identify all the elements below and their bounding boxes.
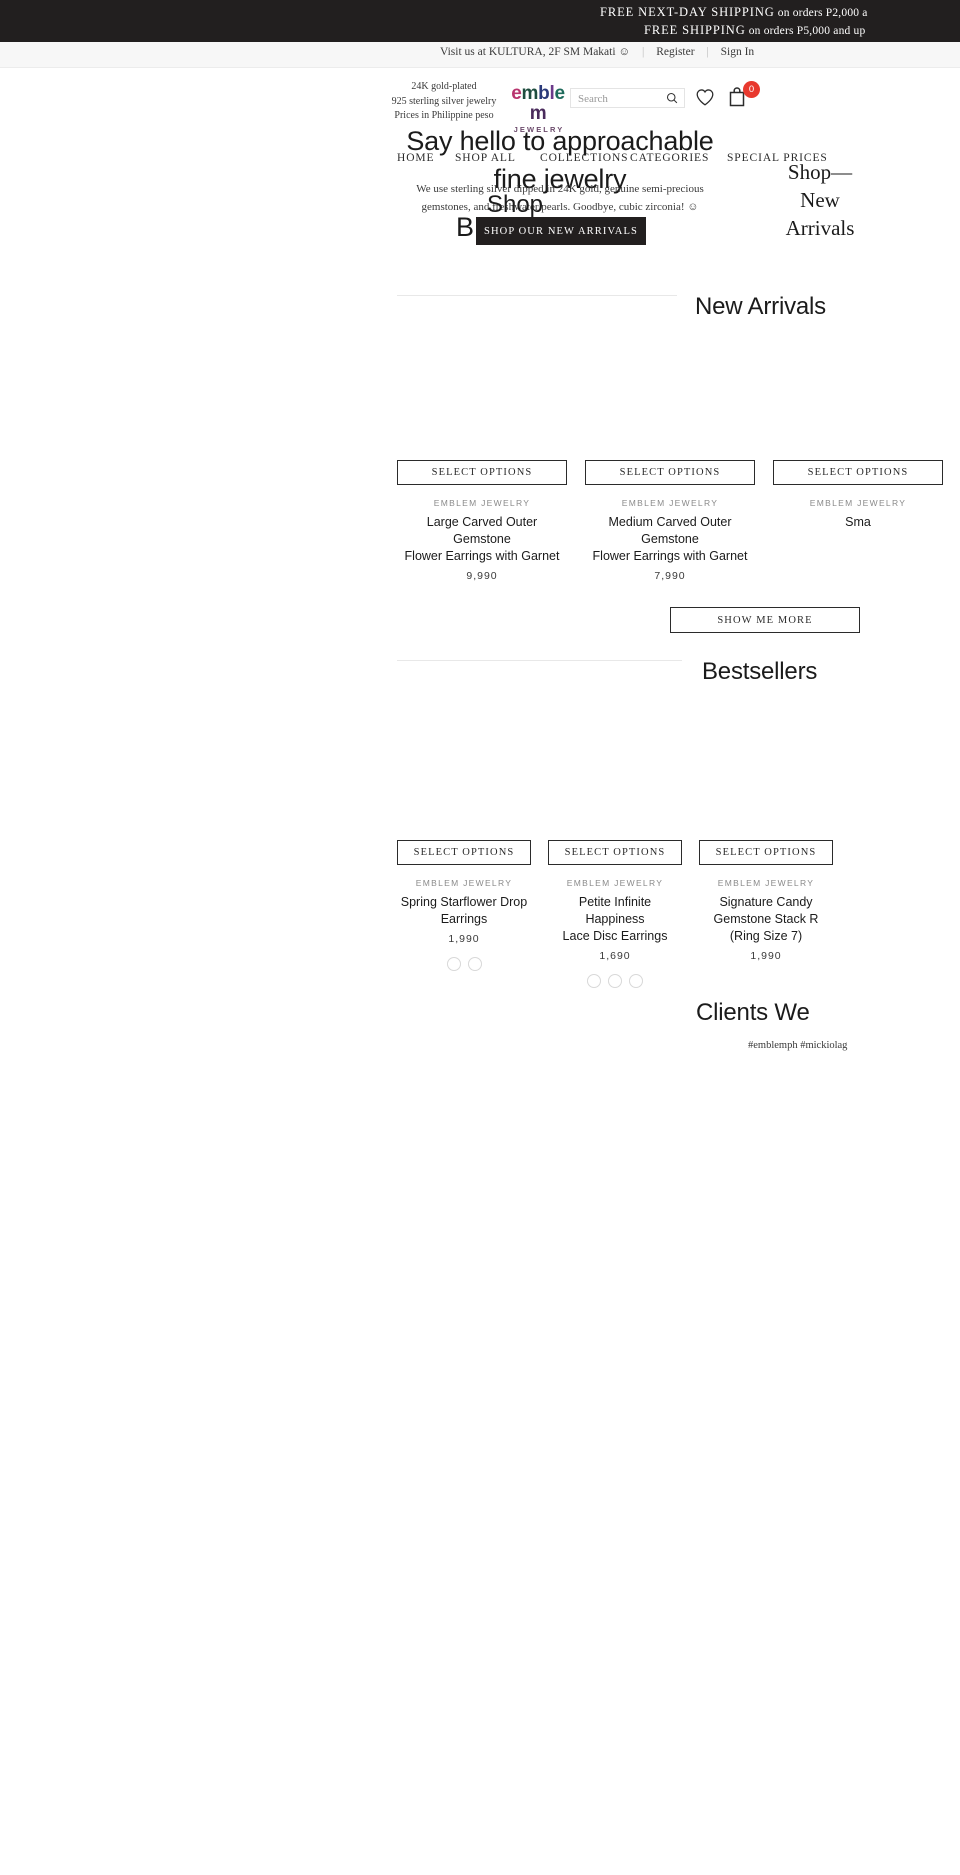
- logo-letter-4: e: [554, 83, 565, 104]
- show-me-more-new-arrivals[interactable]: SHOW ME MORE: [670, 607, 860, 633]
- bestseller-2-swatch-1[interactable]: [587, 974, 601, 988]
- new-arrival-1-card[interactable]: SELECT OPTIONS EMBLEM JEWELRY Large Carved…: [397, 460, 567, 582]
- logo-letter-5: m: [529, 103, 547, 124]
- logo-letter-2: b: [538, 83, 550, 104]
- search-icon: [666, 92, 678, 104]
- bestseller-3-brand: EMBLEM JEWELRY: [717, 878, 815, 888]
- new-arrival-3-card[interactable]: SELECT OPTIONS EMBLEM JEWELRY Sma: [773, 460, 943, 531]
- tagline-line-2: 925 sterling silver jewelry: [391, 95, 497, 107]
- bestseller-2-card[interactable]: SELECT OPTIONS EMBLEM JEWELRY Petite Infin…: [548, 840, 682, 988]
- bestseller-3-title-line-2: Gemstone Stack R: [713, 912, 819, 926]
- register-link[interactable]: Register: [656, 46, 694, 58]
- utility-divider-1: |: [642, 46, 645, 58]
- bestseller-2-swatch-3[interactable]: [629, 974, 643, 988]
- new-arrival-3-select-options-button[interactable]: SELECT OPTIONS: [773, 460, 943, 485]
- bestseller-3-price: 1,990: [750, 950, 782, 962]
- bestseller-1-brand: EMBLEM JEWELRY: [415, 878, 513, 888]
- new-arrival-1-title-line-1: Large Carved Outer Gemstone: [426, 515, 538, 546]
- bestseller-2-title-line-1: Petite Infinite Happiness: [578, 895, 652, 926]
- logo-wordmark: emblem: [506, 84, 570, 124]
- bestseller-3-title[interactable]: Signature Candy Gemstone Stack R (Ring Siz…: [699, 894, 833, 945]
- hero-aside-heading: Shop— New Arrivals: [700, 158, 940, 242]
- tagline-line-1: 24K gold-plated: [411, 81, 477, 92]
- new-arrivals-rule: [397, 295, 677, 296]
- announcement-line-1-rest: on orders P2,000 a: [774, 7, 868, 19]
- bestseller-3-title-line-3: (Ring Size 7): [729, 929, 803, 943]
- bestseller-2-swatch-2[interactable]: [608, 974, 622, 988]
- bestseller-3-title-line-1: Signature Candy: [719, 895, 813, 909]
- bestseller-1-price: 1,990: [448, 933, 480, 945]
- announcement-line-2: FREE SHIPPING on orders P5,000 and up: [600, 22, 960, 40]
- new-arrival-2-brand: EMBLEM JEWELRY: [621, 498, 719, 508]
- hero-aside-line-2: New: [800, 188, 840, 212]
- new-arrival-3-brand: EMBLEM JEWELRY: [809, 498, 907, 508]
- new-arrival-1-price: 9,990: [466, 570, 498, 582]
- new-arrival-1-select-options-button[interactable]: SELECT OPTIONS: [397, 460, 567, 485]
- sign-in-link[interactable]: Sign In: [721, 46, 755, 58]
- hero-headline-line-1: Say hello to approachable: [406, 126, 714, 156]
- utility-links: Visit us at KULTURA, 2F SM Makati ☺ | Re…: [440, 46, 754, 58]
- site-header: 24K gold-plated 925 sterling silver jewe…: [0, 68, 960, 134]
- utility-divider-2: |: [706, 46, 709, 58]
- hero-cta-button[interactable]: SHOP OUR NEW ARRIVALS: [476, 217, 646, 245]
- clients-hashtags: #emblemph #mickiolag: [748, 1040, 848, 1051]
- bestseller-1-swatch-1[interactable]: [446, 957, 461, 971]
- header-tagline: 24K gold-plated 925 sterling silver jewe…: [383, 80, 505, 124]
- bestseller-1-select-options-button[interactable]: SELECT OPTIONS: [397, 840, 531, 865]
- new-arrival-2-title-line-2: Flower Earrings with Garnet: [592, 549, 748, 563]
- hero-aside-line-1: Shop—: [787, 160, 853, 184]
- new-arrivals-heading: New Arrivals: [695, 293, 826, 320]
- new-arrival-1-brand: EMBLEM JEWELRY: [433, 498, 531, 508]
- bestsellers-rule: [397, 660, 682, 661]
- logo-letter-1: m: [521, 83, 539, 104]
- bestseller-2-brand: EMBLEM JEWELRY: [566, 878, 664, 888]
- page-root: FREE NEXT-DAY SHIPPING on orders P2,000 …: [0, 0, 960, 1875]
- announcement-line-1: FREE NEXT-DAY SHIPPING on orders P2,000 …: [600, 4, 960, 22]
- search-button[interactable]: [660, 88, 685, 108]
- store-location-text: Visit us at KULTURA, 2F SM Makati ☺: [440, 46, 631, 58]
- bestseller-1-swatch-2[interactable]: [467, 957, 482, 971]
- bestseller-2-swatches: [548, 974, 682, 988]
- announcement-text: FREE NEXT-DAY SHIPPING on orders P2,000 …: [600, 4, 960, 40]
- new-arrival-2-price: 7,990: [654, 570, 686, 582]
- logo-letter-0: e: [511, 83, 522, 104]
- bestseller-2-title[interactable]: Petite Infinite Happiness Lace Disc Earri…: [548, 894, 682, 945]
- new-arrival-2-select-options-button[interactable]: SELECT OPTIONS: [585, 460, 755, 485]
- clients-heading: Clients We: [696, 999, 810, 1026]
- bestseller-1-title[interactable]: Spring Starflower Drop Earrings: [397, 894, 531, 928]
- new-arrival-2-title[interactable]: Medium Carved Outer Gemstone Flower Earri…: [585, 514, 755, 565]
- cart-count-badge: 0: [743, 81, 760, 98]
- announcement-line-2-rest: on orders P5,000 and up: [745, 25, 866, 37]
- new-arrival-3-title[interactable]: Sma: [773, 514, 943, 531]
- announcement-bar: FREE NEXT-DAY SHIPPING on orders P2,000 …: [0, 0, 960, 42]
- bestseller-3-select-options-button[interactable]: SELECT OPTIONS: [699, 840, 833, 865]
- announcement-line-1-strong: FREE NEXT-DAY SHIPPING: [600, 5, 775, 19]
- new-arrival-1-title-line-2: Flower Earrings with Garnet: [404, 549, 560, 563]
- heart-icon: [696, 89, 714, 106]
- bestseller-2-price: 1,690: [599, 950, 631, 962]
- bestseller-2-title-line-2: Lace Disc Earrings: [562, 929, 668, 943]
- hero-subtext-line-1: We use sterling silver dipped in 24K gol…: [416, 183, 704, 195]
- wishlist-button[interactable]: [694, 86, 716, 108]
- bestsellers-heading: Bestsellers: [702, 658, 818, 685]
- bestseller-1-title-line-1: Spring Starflower Drop: [400, 895, 528, 909]
- bestseller-3-card[interactable]: SELECT OPTIONS EMBLEM JEWELRY Signature Ca…: [699, 840, 833, 962]
- utility-bar: Visit us at KULTURA, 2F SM Makati ☺ | Re…: [0, 42, 960, 68]
- hero-aside-line-3: Arrivals: [785, 216, 855, 240]
- new-arrival-2-card[interactable]: SELECT OPTIONS EMBLEM JEWELRY Medium Carve…: [585, 460, 755, 582]
- new-arrival-3-title-line-1: Sma: [845, 515, 871, 529]
- new-arrival-1-title[interactable]: Large Carved Outer Gemstone Flower Earrin…: [397, 514, 567, 565]
- new-arrival-2-title-line-1: Medium Carved Outer Gemstone: [608, 515, 732, 546]
- bestseller-1-card[interactable]: SELECT OPTIONS EMBLEM JEWELRY Spring Starf…: [397, 840, 531, 971]
- announcement-line-2-strong: FREE SHIPPING: [644, 23, 746, 37]
- bestseller-1-swatches: [397, 957, 531, 971]
- hero-overlap-word-shop: Shop: [486, 191, 544, 218]
- bestseller-1-title-line-2: Earrings: [440, 912, 488, 926]
- bestseller-2-select-options-button[interactable]: SELECT OPTIONS: [548, 840, 682, 865]
